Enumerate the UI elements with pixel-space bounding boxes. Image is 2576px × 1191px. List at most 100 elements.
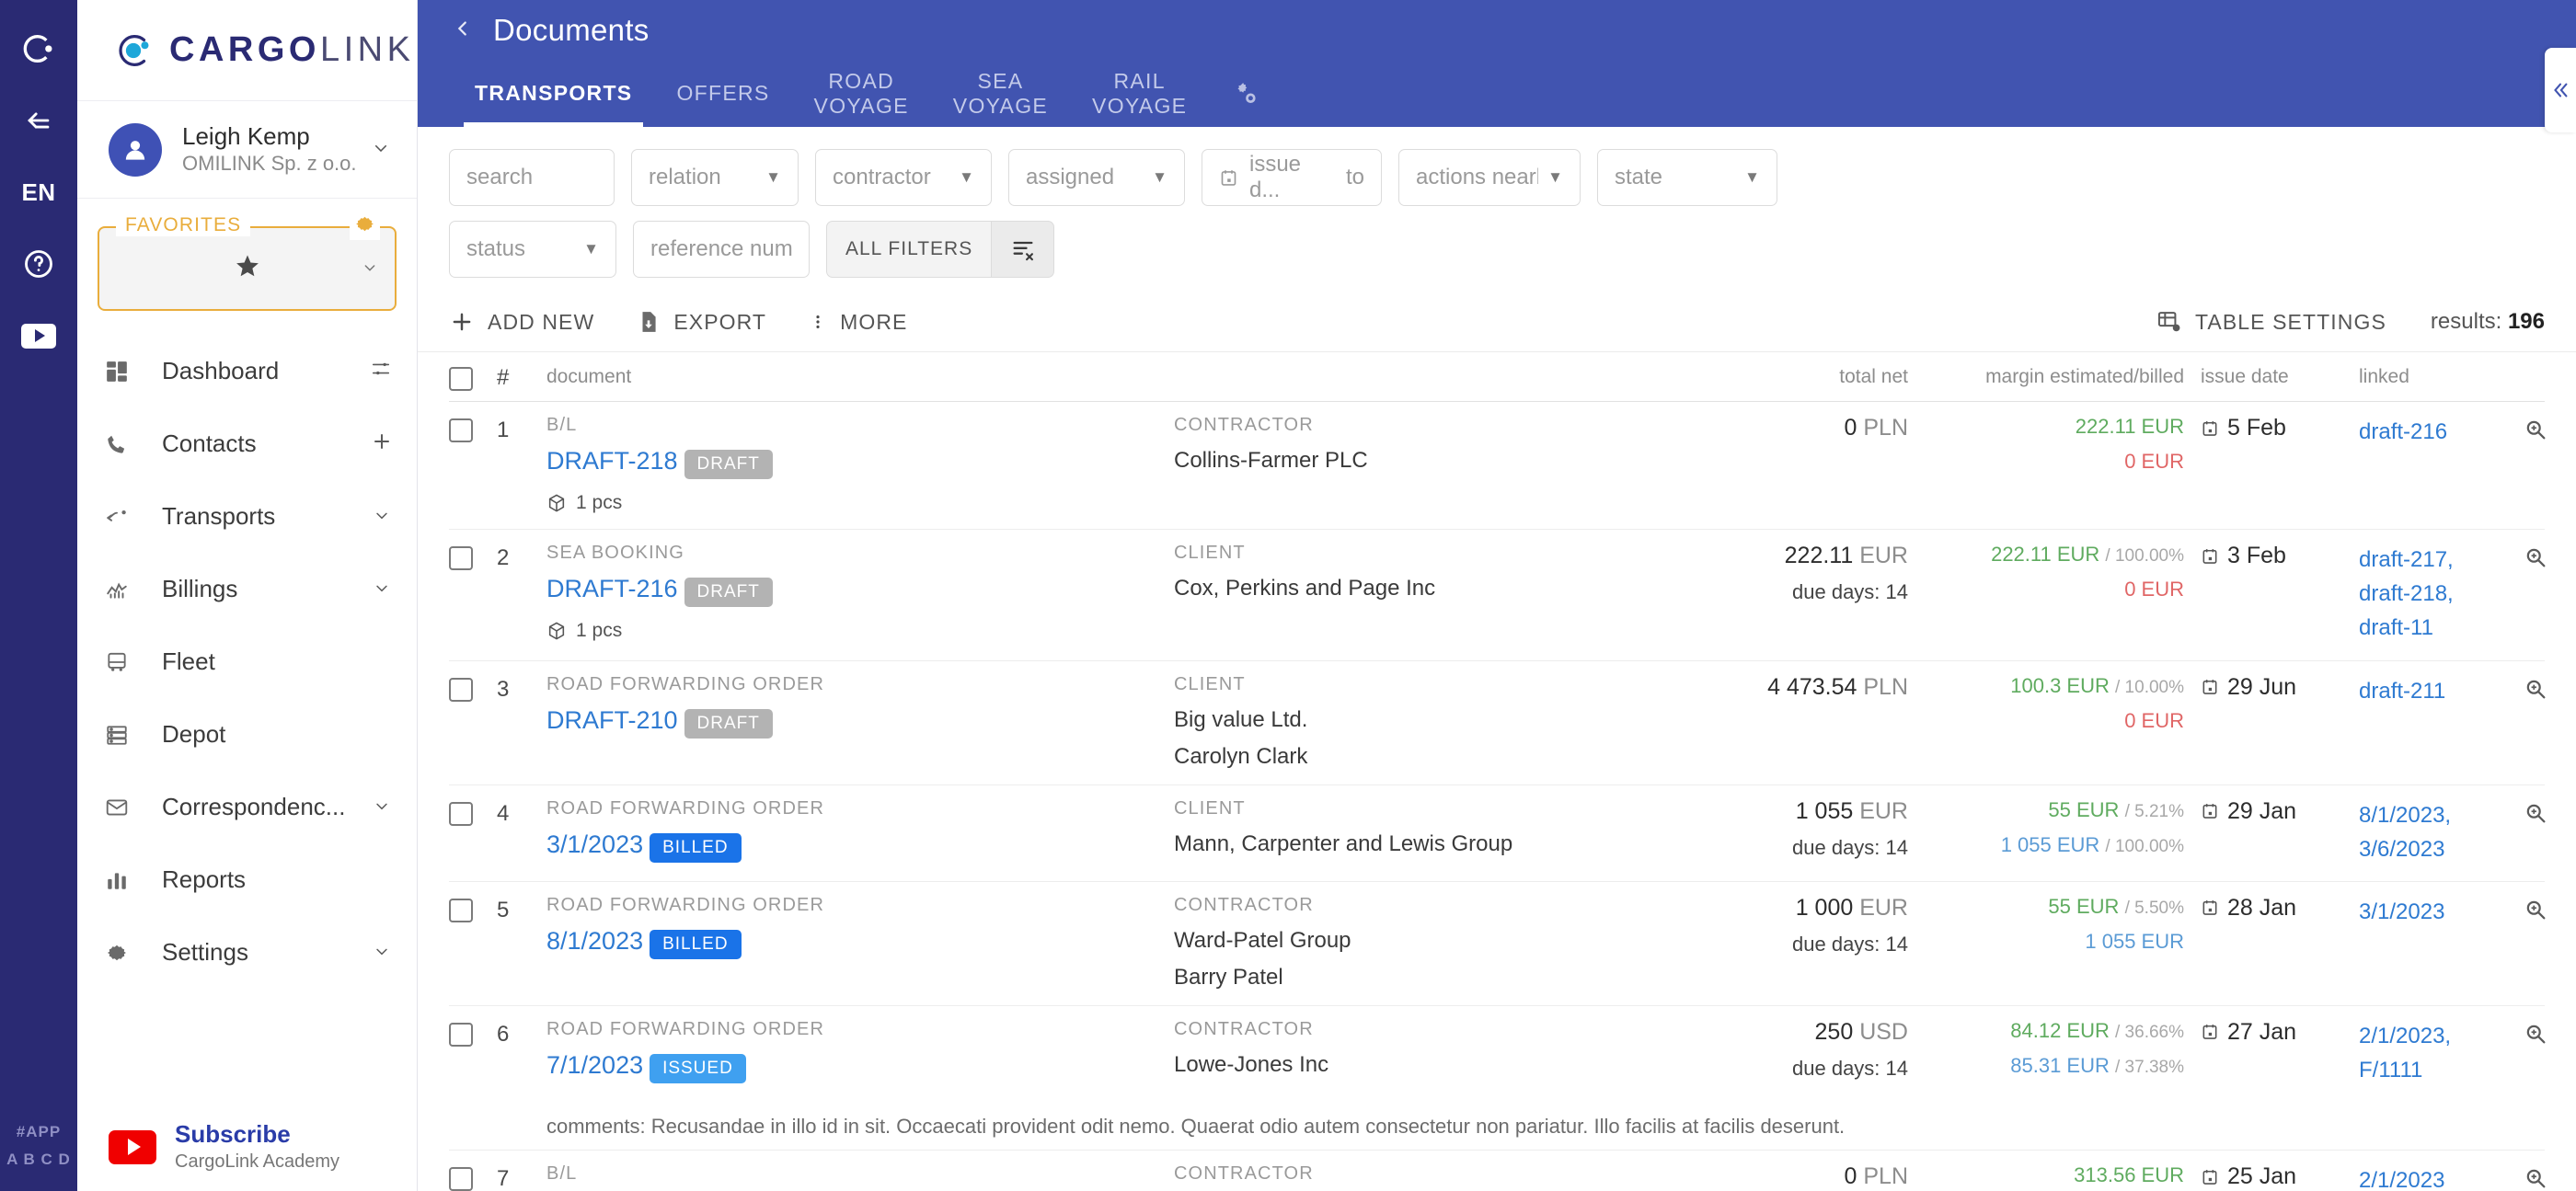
sidebar-item-billings[interactable]: Billings xyxy=(77,553,417,625)
magnifier-icon[interactable] xyxy=(2523,1021,2548,1047)
table-settings-button[interactable]: TABLE SETTINGS xyxy=(2156,309,2386,335)
cargolink-c-icon[interactable] xyxy=(11,20,66,77)
magnifier-icon[interactable] xyxy=(2523,676,2548,702)
table-row[interactable]: 5 ROAD FORWARDING ORDER 8/1/2023 BILLED … xyxy=(449,882,2548,1006)
sidebar-item-settings[interactable]: Settings xyxy=(77,916,417,989)
tune-icon[interactable] xyxy=(369,359,393,384)
all-filters-button[interactable]: ALL FILTERS xyxy=(826,221,993,278)
linked-document-link[interactable]: draft-218, xyxy=(2359,577,2523,611)
linked-document-link[interactable]: 8/1/2023, xyxy=(2359,798,2523,832)
user-menu[interactable]: Leigh Kemp OMILINK Sp. z o.o. xyxy=(77,101,417,199)
chevron-down-icon[interactable] xyxy=(360,259,380,281)
linked-document-link[interactable]: 2/1/2023, xyxy=(2359,1019,2523,1053)
row-checkbox[interactable] xyxy=(449,1019,497,1087)
clear-filters-icon[interactable] xyxy=(992,221,1055,278)
sidebar-item-correspondence[interactable]: Correspondenc... xyxy=(77,771,417,843)
magnifier-icon[interactable] xyxy=(2523,897,2548,922)
select-all-checkbox[interactable] xyxy=(449,363,497,391)
tab-transports[interactable]: TRANSPORTS xyxy=(453,61,654,127)
more-button[interactable]: MORE xyxy=(809,309,907,335)
sidebar-item-contacts[interactable]: Contacts xyxy=(77,407,417,480)
document-number-link[interactable]: DRAFT-216 xyxy=(546,575,678,603)
tab-road-voyage[interactable]: ROAD VOYAGE xyxy=(792,61,931,127)
tab-offers[interactable]: OFFERS xyxy=(654,61,791,127)
table-row[interactable]: 6 ROAD FORWARDING ORDER 7/1/2023 ISSUED … xyxy=(449,1006,2548,1151)
linked-document-link[interactable]: 3/1/2023 xyxy=(2359,895,2523,929)
magnifier-icon[interactable] xyxy=(2523,1165,2548,1191)
table-row[interactable]: 4 ROAD FORWARDING ORDER 3/1/2023 BILLED … xyxy=(449,785,2548,882)
tab-sea-voyage[interactable]: SEA VOYAGE xyxy=(931,61,1070,127)
document-number-link[interactable]: 3/1/2023 xyxy=(546,830,643,859)
table-row[interactable]: 7 B/L 2/1/2023 CONTRACTOR Burns-Haynes a… xyxy=(449,1151,2548,1191)
document-number-link[interactable]: DRAFT-210 xyxy=(546,706,678,735)
linked-document-link[interactable]: draft-11 xyxy=(2359,611,2523,645)
pencil-icon[interactable] xyxy=(2572,676,2576,702)
chevron-down-icon[interactable] xyxy=(371,795,393,819)
language-switch[interactable]: EN xyxy=(11,164,66,221)
assigned-select[interactable]: assigned ▼ xyxy=(1008,149,1185,206)
chevron-down-icon[interactable] xyxy=(371,940,393,965)
issue-date-range[interactable]: issue d... to xyxy=(1202,149,1382,206)
chevron-left-icon[interactable] xyxy=(453,15,473,47)
chevron-down-icon[interactable] xyxy=(371,504,393,529)
sidebar-item-depot[interactable]: Depot xyxy=(77,698,417,771)
chevron-down-icon[interactable] xyxy=(369,138,393,162)
table-row[interactable]: 1 B/L DRAFT-218 DRAFT 1 pcs CONTRACTOR C… xyxy=(449,402,2548,530)
pencil-icon[interactable] xyxy=(2572,544,2576,570)
document-number-link[interactable]: DRAFT-218 xyxy=(546,447,678,475)
linked-document-link[interactable]: draft-216 xyxy=(2359,415,2523,449)
row-checkbox[interactable] xyxy=(449,895,497,991)
status-select[interactable]: status ▼ xyxy=(449,221,616,278)
document-number-link[interactable]: 7/1/2023 xyxy=(546,1051,643,1080)
row-checkbox[interactable] xyxy=(449,1163,497,1191)
linked-document-link[interactable]: draft-217, xyxy=(2359,543,2523,577)
linked-document-link[interactable]: 2/1/2023 xyxy=(2359,1163,2523,1191)
collapse-left-icon[interactable] xyxy=(11,92,66,149)
magnifier-icon[interactable] xyxy=(2523,800,2548,826)
magnifier-icon[interactable] xyxy=(2523,417,2548,442)
table-row[interactable]: 2 SEA BOOKING DRAFT-216 DRAFT 1 pcs CLIE… xyxy=(449,530,2548,661)
linked-document-link[interactable]: 3/6/2023 xyxy=(2359,832,2523,866)
sidebar-item-dashboard[interactable]: Dashboard xyxy=(77,335,417,407)
actions-nearby-select[interactable]: actions nearby ▼ xyxy=(1398,149,1581,206)
tab-rail-voyage[interactable]: RAIL VOYAGE xyxy=(1070,61,1209,127)
search-input[interactable]: search xyxy=(449,149,615,206)
pencil-icon[interactable] xyxy=(2572,1021,2576,1047)
table-row[interactable]: 3 ROAD FORWARDING ORDER DRAFT-210 DRAFT … xyxy=(449,661,2548,785)
plus-icon[interactable] xyxy=(371,430,393,458)
magnifier-icon[interactable] xyxy=(2523,544,2548,570)
add-new-button[interactable]: ADD NEW xyxy=(449,309,594,335)
linked-document-link[interactable]: draft-211 xyxy=(2359,674,2523,708)
reference-number-input[interactable]: reference number xyxy=(633,221,810,278)
pencil-icon[interactable] xyxy=(2572,417,2576,442)
subscribe-block[interactable]: Subscribe CargoLink Academy xyxy=(77,1103,417,1191)
row-checkbox[interactable] xyxy=(449,798,497,866)
youtube-play-icon[interactable] xyxy=(11,307,66,364)
sidebar-item-fleet[interactable]: Fleet xyxy=(77,625,417,698)
export-button[interactable]: EXPORT xyxy=(637,309,766,335)
sidebar-item-reports[interactable]: Reports xyxy=(77,843,417,916)
star-icon[interactable] xyxy=(232,250,263,288)
pencil-icon[interactable] xyxy=(2572,897,2576,922)
pencil-icon[interactable] xyxy=(2572,1165,2576,1191)
favorites-box[interactable]: FAVORITES xyxy=(98,212,397,311)
document-cell: ROAD FORWARDING ORDER 3/1/2023 BILLED xyxy=(530,798,1174,866)
row-number: 6 xyxy=(497,1021,510,1047)
document-number-link[interactable]: 8/1/2023 xyxy=(546,927,643,956)
pencil-icon[interactable] xyxy=(2572,800,2576,826)
double-chevron-left-icon[interactable] xyxy=(2545,48,2576,132)
row-checkbox[interactable] xyxy=(449,674,497,770)
state-select[interactable]: state ▼ xyxy=(1597,149,1777,206)
chevron-down-icon[interactable] xyxy=(371,577,393,601)
gears-icon[interactable] xyxy=(1209,61,1284,127)
sidebar-item-transports[interactable]: Transports xyxy=(77,480,417,553)
gear-icon[interactable] xyxy=(350,212,380,240)
phone-icon xyxy=(105,432,142,456)
relation-select[interactable]: relation ▼ xyxy=(631,149,799,206)
help-circle-icon[interactable] xyxy=(11,235,66,292)
brand-logo[interactable]: CARGOLINK xyxy=(77,0,417,101)
row-checkbox[interactable] xyxy=(449,543,497,646)
row-checkbox[interactable] xyxy=(449,415,497,514)
contractor-select[interactable]: contractor ▼ xyxy=(815,149,992,206)
linked-document-link[interactable]: F/1111 xyxy=(2359,1053,2523,1087)
